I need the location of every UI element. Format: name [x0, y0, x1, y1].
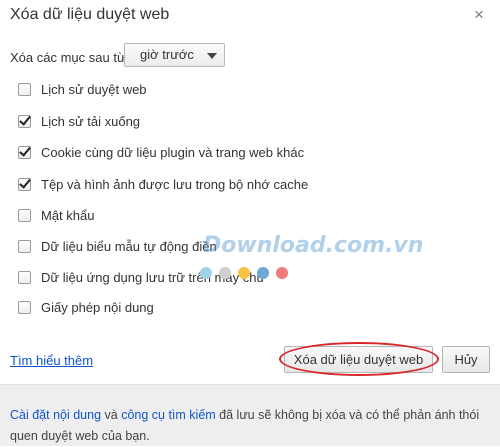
- option-browsing-history[interactable]: Lịch sử duyệt web: [18, 80, 147, 98]
- option-cookies[interactable]: Cookie cùng dữ liệu plugin và trang web …: [18, 143, 304, 161]
- time-range-select[interactable]: giờ trước: [124, 43, 225, 67]
- time-range-value: giờ trước: [140, 47, 194, 62]
- dialog-title: Xóa dữ liệu duyệt web: [10, 6, 170, 23]
- option-label: Lịch sử tải xuống: [41, 113, 141, 129]
- option-label: Mật khẩu: [41, 207, 95, 223]
- clear-browsing-data-button[interactable]: Xóa dữ liệu duyệt web: [284, 346, 433, 373]
- watermark-dot: [238, 267, 250, 279]
- checkbox[interactable]: [18, 270, 31, 284]
- checkbox[interactable]: [18, 300, 31, 314]
- chevron-down-icon: [207, 53, 217, 59]
- time-range-label: Xóa các mục sau từ:: [10, 49, 130, 65]
- watermark-dots: [200, 267, 288, 279]
- watermark-logo: Download.com.vn: [203, 233, 424, 258]
- cancel-button[interactable]: Hủy: [442, 346, 490, 373]
- watermark-dot: [219, 267, 231, 279]
- option-label: Giấy phép nội dung: [41, 299, 154, 315]
- option-label: Tệp và hình ảnh được lưu trong bộ nhớ ca…: [41, 176, 309, 192]
- footer-and: và: [101, 408, 122, 422]
- clear-browsing-data-dialog: Xóa dữ liệu duyệt web × Xóa các mục sau …: [0, 0, 500, 446]
- watermark-dot: [276, 267, 288, 279]
- checkbox[interactable]: [18, 143, 31, 159]
- option-autofill[interactable]: Dữ liệu biểu mẫu tự động điền: [18, 237, 217, 255]
- checkbox[interactable]: [18, 82, 31, 96]
- option-passwords[interactable]: Mật khẩu: [18, 206, 94, 224]
- option-label: Lịch sử duyệt web: [41, 81, 147, 97]
- option-label: Dữ liệu biểu mẫu tự động điền: [41, 238, 217, 254]
- option-download-history[interactable]: Lịch sử tải xuống: [18, 112, 140, 130]
- option-content-licenses[interactable]: Giấy phép nội dung: [18, 298, 154, 316]
- checkbox[interactable]: [18, 112, 31, 128]
- search-engines-link[interactable]: công cụ tìm kiếm: [121, 408, 215, 422]
- watermark-dot: [200, 267, 212, 279]
- watermark-dot: [257, 267, 269, 279]
- checkbox[interactable]: [18, 175, 31, 191]
- checkbox[interactable]: [18, 208, 31, 222]
- time-range-row: Xóa các mục sau từ: giờ trước: [10, 43, 225, 69]
- content-settings-link[interactable]: Cài đặt nội dung: [10, 408, 101, 422]
- close-icon[interactable]: ×: [471, 6, 487, 23]
- checkbox[interactable]: [18, 239, 31, 253]
- option-label: Cookie cùng dữ liệu plugin và trang web …: [41, 144, 305, 160]
- footer-note: Cài đặt nội dung và công cụ tìm kiếm đã …: [0, 384, 500, 446]
- footer-text: Cài đặt nội dung và công cụ tìm kiếm đã …: [10, 405, 490, 447]
- learn-more-link[interactable]: Tìm hiểu thêm: [10, 353, 93, 368]
- option-cache[interactable]: Tệp và hình ảnh được lưu trong bộ nhớ ca…: [18, 175, 308, 193]
